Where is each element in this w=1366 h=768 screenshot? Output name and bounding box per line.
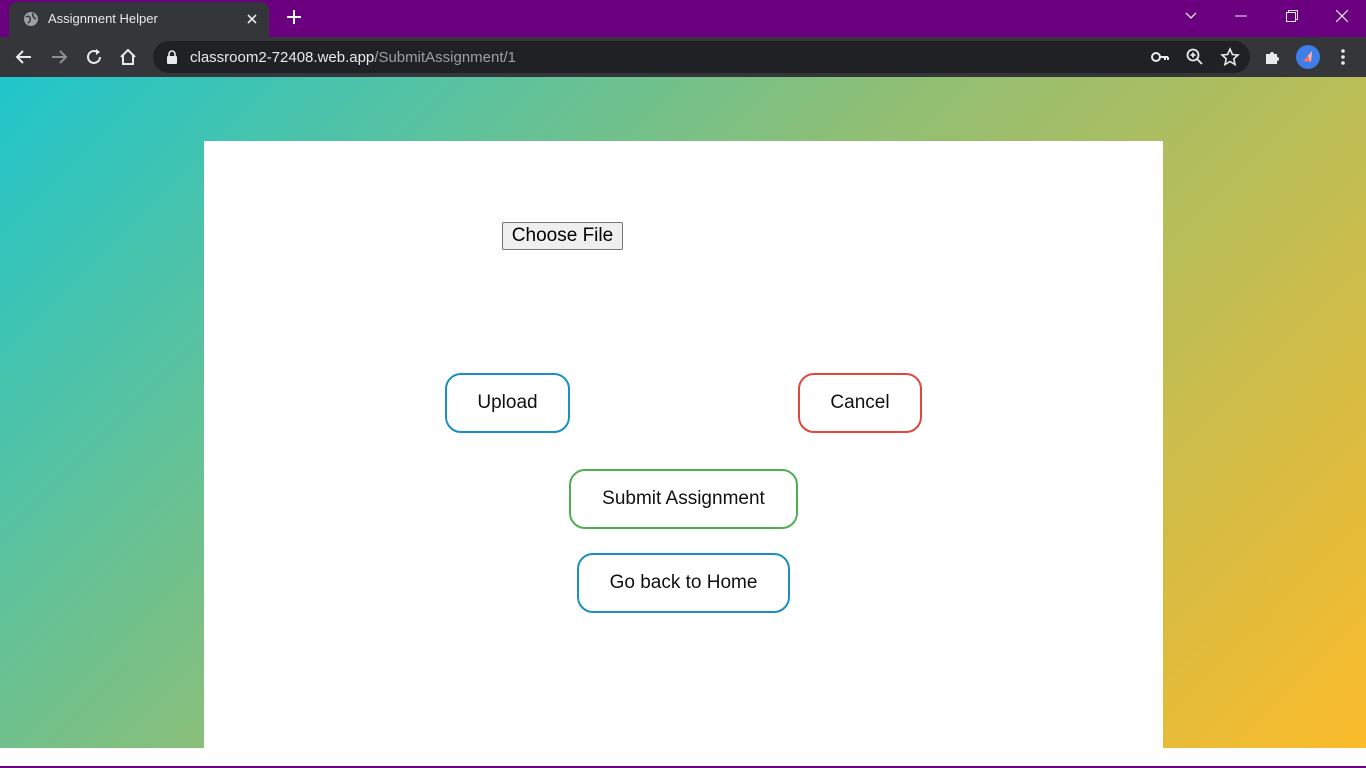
url-path: /SubmitAssignment/1 [374, 49, 517, 66]
go-home-button[interactable]: Go back to Home [577, 553, 790, 613]
extensions-icon[interactable] [1262, 46, 1284, 68]
profile-avatar[interactable] [1296, 45, 1320, 69]
browser-toolbar: classroom2-72408.web.app/SubmitAssignmen… [0, 37, 1366, 77]
menu-dots-icon[interactable] [1332, 46, 1354, 68]
upload-button[interactable]: Upload [445, 373, 570, 433]
choose-file-button[interactable]: Choose File [502, 222, 623, 250]
zoom-icon[interactable] [1185, 47, 1205, 67]
star-icon[interactable] [1220, 46, 1240, 67]
forward-arrow-icon[interactable] [48, 46, 70, 68]
tab-title: Assignment Helper [48, 11, 158, 26]
reload-icon[interactable] [83, 46, 105, 68]
close-icon[interactable] [243, 10, 261, 28]
address-bar[interactable]: classroom2-72408.web.app/SubmitAssignmen… [153, 41, 1250, 73]
back-arrow-icon[interactable] [13, 46, 35, 68]
page-background: Choose File Upload Cancel Submit Assignm… [0, 77, 1366, 748]
plus-icon[interactable] [283, 6, 305, 28]
submit-assignment-card: Choose File Upload Cancel Submit Assignm… [204, 141, 1163, 748]
window-close-icon[interactable] [1319, 0, 1365, 32]
cancel-button[interactable]: Cancel [798, 373, 922, 433]
lock-icon[interactable] [165, 50, 179, 64]
home-icon[interactable] [117, 46, 139, 68]
browser-title-bar: Assignment Helper [0, 0, 1366, 37]
key-icon[interactable] [1150, 47, 1170, 67]
minimize-icon[interactable] [1218, 0, 1264, 32]
restore-icon[interactable] [1269, 0, 1315, 32]
url-text[interactable]: classroom2-72408.web.app/SubmitAssignmen… [190, 49, 516, 66]
url-domain: classroom2-72408.web.app [190, 49, 375, 66]
globe-icon [23, 11, 39, 27]
chevron-down-icon[interactable] [1168, 0, 1214, 32]
submit-assignment-button[interactable]: Submit Assignment [569, 469, 798, 529]
browser-tab[interactable]: Assignment Helper [9, 2, 269, 37]
